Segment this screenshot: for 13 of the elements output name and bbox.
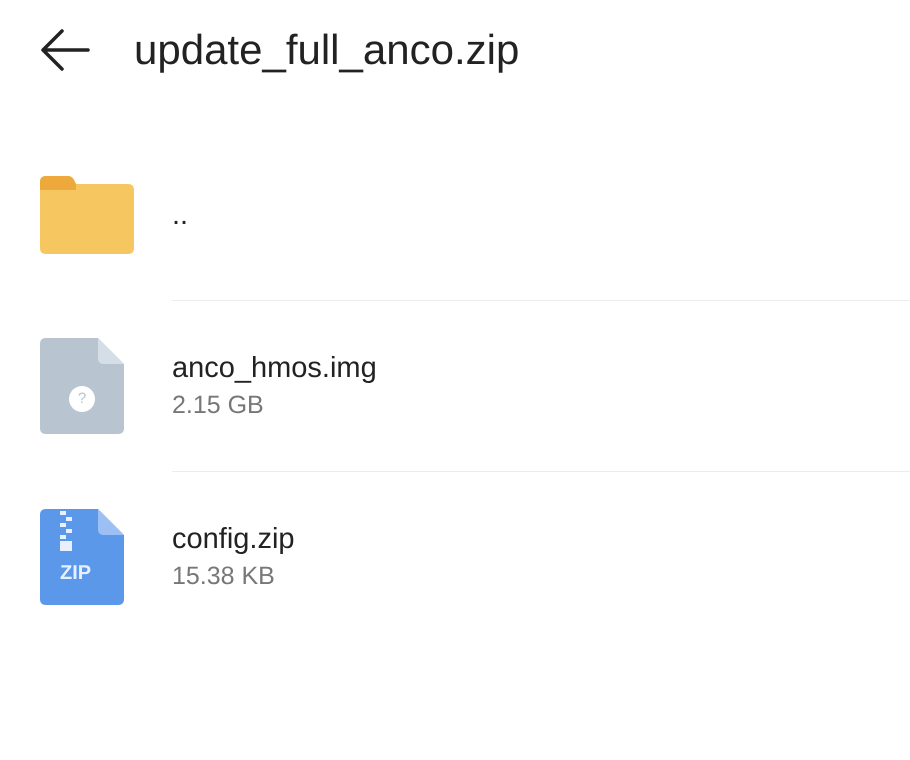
unknown-file-icon: ? xyxy=(40,338,124,434)
file-size: 2.15 GB xyxy=(172,393,265,418)
file-row[interactable]: ZIP config.zip 15.38 KB xyxy=(0,472,910,642)
file-row[interactable]: .. xyxy=(0,130,910,300)
file-name: .. xyxy=(172,200,188,230)
file-size: 15.38 KB xyxy=(172,564,276,589)
folder-icon xyxy=(40,176,134,254)
file-row[interactable]: ? anco_hmos.img 2.15 GB xyxy=(0,301,910,471)
header-title: update_full_anco.zip xyxy=(134,29,520,71)
zip-file-icon: ZIP xyxy=(40,509,124,605)
file-name: config.zip xyxy=(172,525,295,554)
back-arrow-icon[interactable] xyxy=(40,28,90,72)
file-name: anco_hmos.img xyxy=(172,354,377,383)
